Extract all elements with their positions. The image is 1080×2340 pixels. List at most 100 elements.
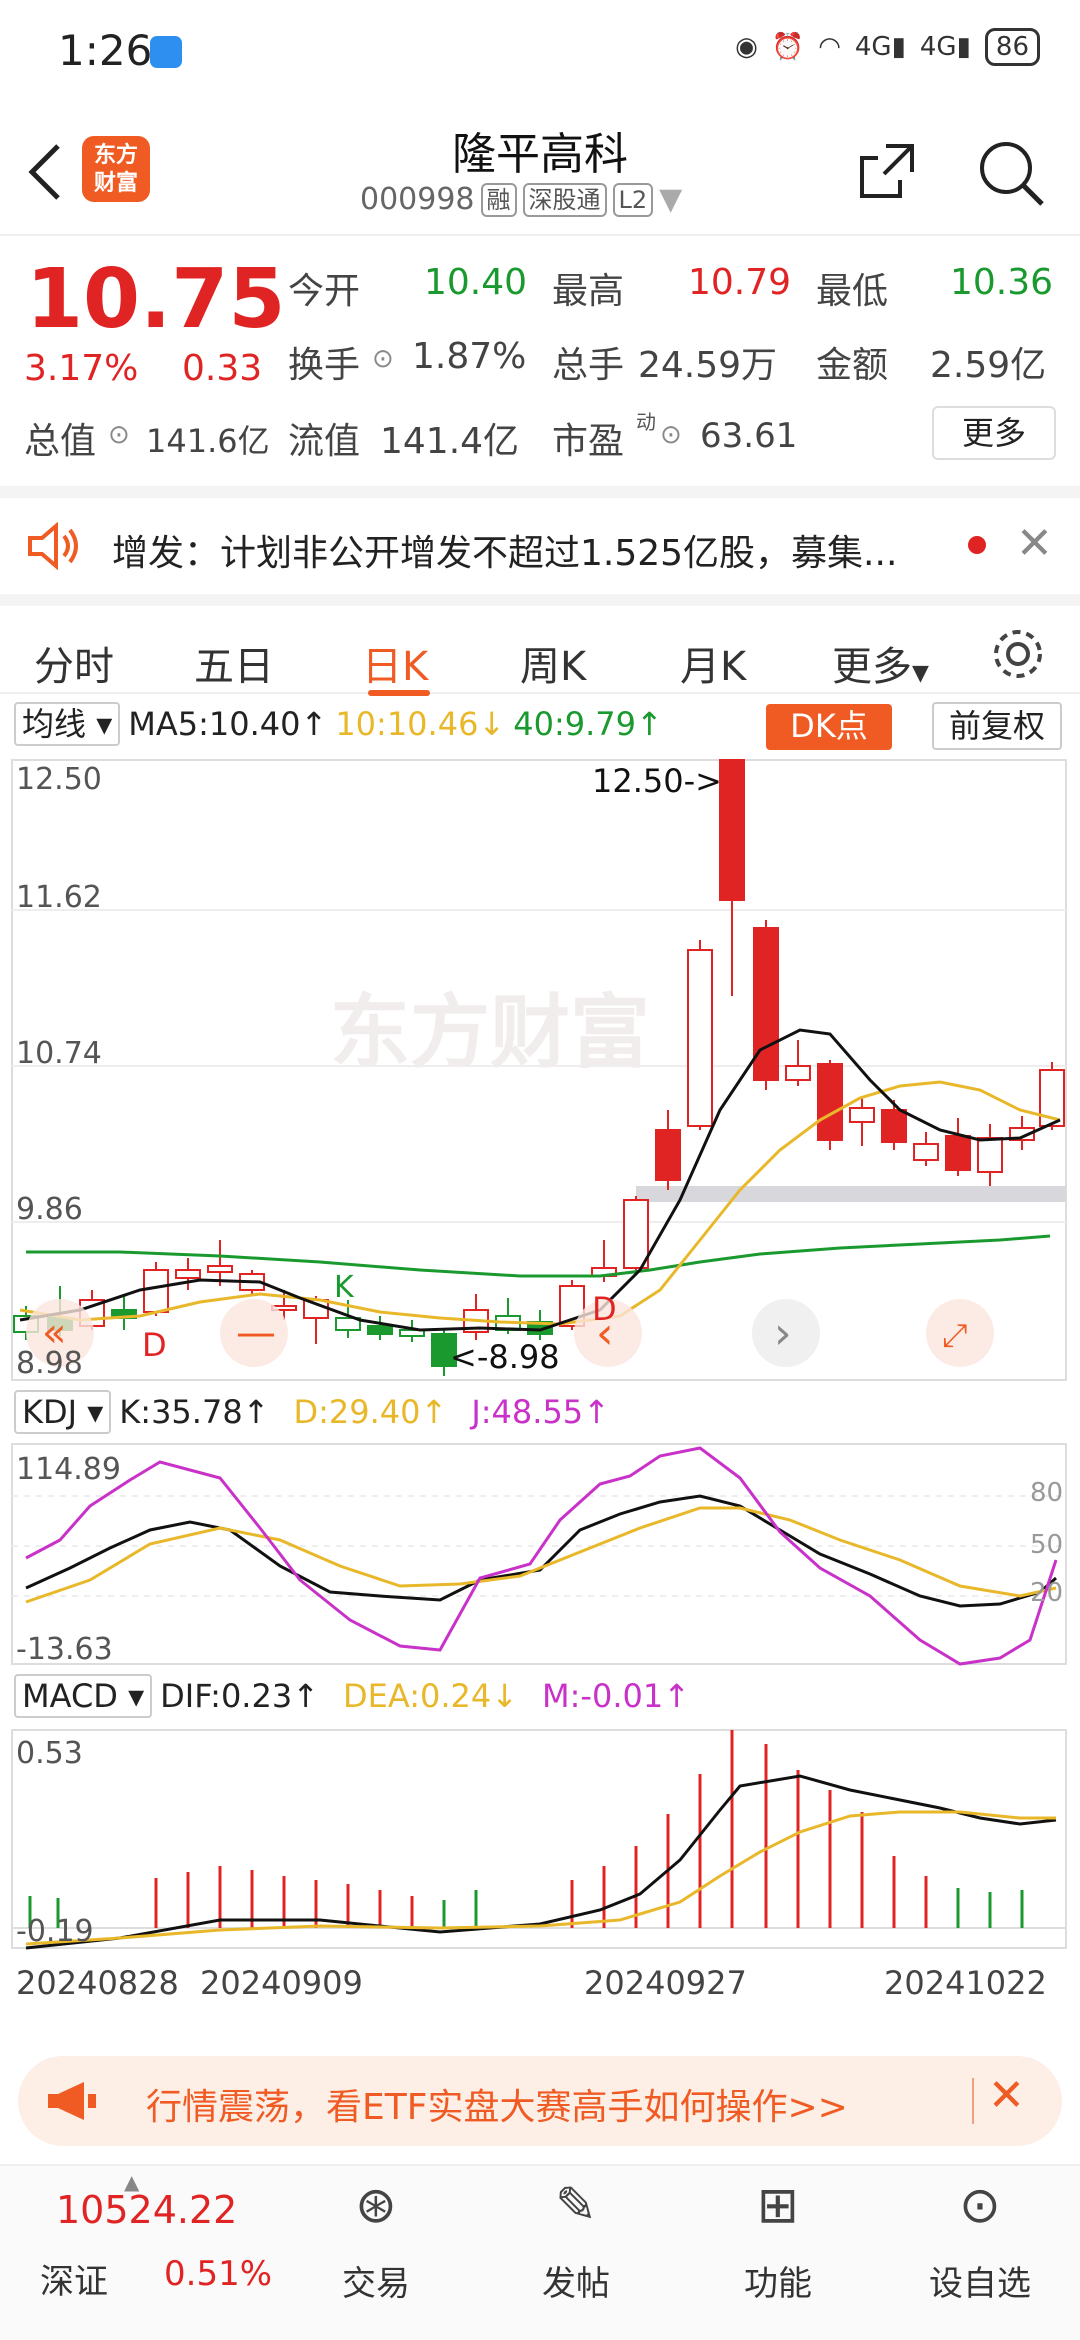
macd-y-top: 0.53	[16, 1736, 83, 1771]
wifi-icon: ◠	[818, 32, 841, 62]
index-change: 0.51%	[164, 2254, 273, 2294]
y-label-4: 9.86	[16, 1192, 83, 1227]
kdj-selector[interactable]: KDJ ▾	[14, 1390, 112, 1434]
close-icon[interactable]: ✕	[1016, 518, 1053, 569]
grid-icon: ⊞	[757, 2176, 799, 2234]
mktcap-value: 141.6亿	[146, 422, 270, 460]
change-percent: 3.17%	[24, 348, 139, 389]
kdj-j-line	[25, 1446, 1058, 1666]
stock-header: 东方 财富 隆平高科 000998 融 深股通 L2 ▼	[0, 100, 1080, 236]
candle-body	[175, 1269, 201, 1279]
kdj-d-value: D:29.40↑	[293, 1393, 448, 1431]
candle-body	[207, 1265, 233, 1273]
search-icon[interactable]	[976, 138, 1046, 208]
kdj-legend: KDJ ▾ K:35.78↑ D:29.40↑ J:48.55↑	[14, 1390, 610, 1434]
tag-level2: L2	[612, 182, 654, 217]
alarm-icon: ⏰	[771, 32, 805, 62]
index-value[interactable]: 10524.22	[56, 2188, 237, 2232]
banner-text: 行情震荡，看ETF实盘大赛高手如何操作>>	[146, 2087, 848, 2128]
candle-body	[367, 1325, 393, 1335]
macd-m-value: M:-0.01↑	[542, 1677, 691, 1715]
nav-trade[interactable]: 交易	[306, 2256, 446, 2305]
status-bar: 1:26 ◉ ⏰ ◠ 4G▮ 4G▮ 86	[0, 0, 1080, 100]
gear-icon[interactable]	[990, 626, 1046, 682]
pe-label: 市盈	[552, 421, 625, 462]
notice-text: 增发：计划非公开增发不超过1.525亿股，募集...	[112, 533, 898, 574]
macd-legend: MACD ▾ DIF:0.23↑ DEA:0.24↓ M:-0.01↑	[14, 1674, 690, 1718]
d-signal-2: D	[592, 1290, 617, 1328]
k-signal: K	[334, 1270, 354, 1305]
nav-post[interactable]: 发帖	[506, 2256, 646, 2305]
macd-dif-line	[25, 1774, 1057, 1950]
tab-daily-k[interactable]: 日K	[362, 634, 428, 692]
tag-margin: 融	[480, 182, 517, 217]
candle-body	[849, 1107, 875, 1123]
stock-code: 000998	[360, 182, 475, 217]
y-label-3: 10.74	[16, 1036, 102, 1071]
tab-more[interactable]: 更多▼	[832, 634, 929, 692]
minus-icon: —	[236, 1310, 276, 1356]
more-dots-icon: ⊙	[959, 2176, 1001, 2234]
page-title: 隆平高科	[452, 129, 628, 180]
tab-monthly-k[interactable]: 月K	[680, 634, 746, 692]
nav-functions[interactable]: 功能	[708, 2256, 848, 2305]
kdj-k-value: K:35.78↑	[119, 1393, 270, 1431]
more-button[interactable]: 更多	[932, 406, 1056, 460]
current-price: 10.75	[26, 252, 286, 347]
notice-bar[interactable]: 增发：计划非公开增发不超过1.525亿股，募集... ✕	[0, 486, 1080, 594]
support-band	[636, 1186, 1066, 1202]
status-icons: ◉ ⏰ ◠ 4G▮ 4G▮ 86	[735, 28, 1040, 66]
candle-body	[881, 1109, 907, 1143]
index-name: 深证	[40, 2262, 108, 2302]
info-icon-2[interactable]: ⊙	[108, 420, 130, 450]
expand-icon: ⤢	[942, 1316, 968, 1354]
tab-intraday[interactable]: 分时	[34, 634, 114, 692]
macd-y-bottom: -0.19	[16, 1914, 94, 1949]
speaker-icon	[28, 522, 78, 570]
stock-code-row: 000998 融 深股通 L2 ▼	[360, 182, 682, 217]
kdj-j-value: J:48.55↑	[471, 1393, 610, 1431]
signal-icon-2: 4G▮	[919, 32, 971, 62]
candle-body	[623, 1199, 649, 1269]
tab-weekly-k[interactable]: 周K	[520, 634, 586, 692]
amount-label: 金额	[816, 345, 889, 386]
watermark-logo: 东方财富	[330, 986, 650, 1079]
signal-icon: 4G▮	[854, 32, 906, 62]
megaphone-icon	[48, 2082, 96, 2120]
macd-dea-value: DEA:0.24↓	[343, 1677, 519, 1715]
tab-five-day[interactable]: 五日	[194, 634, 274, 692]
open-label: 今开	[288, 271, 361, 312]
chevron-right-icon: ›	[774, 1308, 792, 1359]
promo-banner[interactable]: 行情震荡，看ETF实盘大赛高手如何操作>> ✕	[18, 2056, 1062, 2146]
float-value: 141.4亿	[380, 421, 520, 462]
candle-body	[977, 1137, 1003, 1173]
info-icon[interactable]: ⊙	[372, 344, 394, 374]
info-icon-3[interactable]: ⊙	[660, 420, 682, 450]
change-amount: 0.33	[182, 348, 263, 389]
active-tab-indicator	[368, 690, 430, 696]
kdj-y-top: 114.89	[16, 1452, 121, 1487]
volume-label: 总手	[552, 345, 625, 386]
share-icon[interactable]	[856, 140, 918, 202]
close-icon[interactable]: ✕	[988, 2070, 1025, 2121]
low-label: 最低	[816, 271, 889, 312]
candle-body	[785, 1065, 811, 1081]
pe-value: 63.61	[700, 416, 798, 456]
kdj-k-line	[25, 1494, 1057, 1608]
candle-body	[719, 759, 745, 901]
chevron-down-icon[interactable]: ▼	[659, 182, 682, 217]
nav-add-watchlist[interactable]: 设自选	[910, 2256, 1050, 2305]
kdj-line-80: 80	[1030, 1478, 1064, 1508]
high-label: 最高	[552, 271, 625, 312]
date-label-3: 20240927	[584, 1964, 747, 2002]
float-label: 流值	[288, 421, 361, 462]
kdj-line-20: 20	[1030, 1578, 1064, 1608]
macd-selector[interactable]: MACD ▾	[14, 1674, 153, 1718]
d-signal: D	[142, 1326, 167, 1364]
pe-superscript: 动	[636, 410, 656, 434]
low-value: 10.36	[950, 262, 1054, 303]
y-label-5: 8.98	[16, 1346, 83, 1381]
turnover-label: 换手	[288, 345, 361, 386]
candle-body	[655, 1129, 681, 1181]
kdj-line-50: 50	[1030, 1530, 1064, 1560]
